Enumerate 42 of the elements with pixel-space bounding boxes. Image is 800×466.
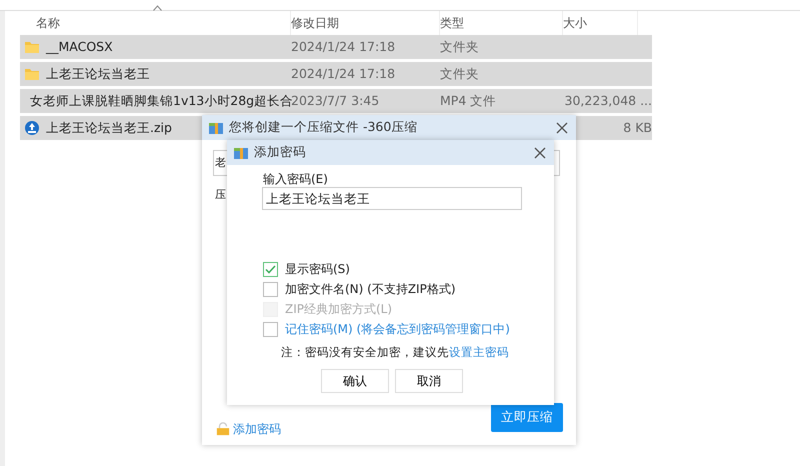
note-text: 注：密码没有安全加密，建议先 — [281, 345, 449, 359]
column-header[interactable]: 修改日期 — [291, 14, 339, 32]
file-row[interactable]: 上老王论坛当老王 2024/1/24 17:18 文件夹 — [20, 62, 652, 86]
field-label: 输入密码(E) — [263, 171, 328, 188]
dialog-button[interactable]: 取消 — [395, 369, 463, 393]
set-master-password-link[interactable]: 设置主密码 — [449, 345, 509, 359]
dialog-title: 添加密码 — [254, 143, 306, 162]
checkbox[interactable] — [263, 262, 278, 276]
checkbox-label: ZIP经典加密方式(L) — [285, 301, 392, 318]
checkbox[interactable] — [263, 322, 278, 336]
folder-icon — [24, 39, 40, 55]
folder-icon — [24, 66, 40, 82]
column-header[interactable]: 名称 — [36, 14, 60, 32]
file-date: 2024/1/24 17:18 — [291, 66, 396, 81]
file-row[interactable]: 女老师上课脱鞋晒脚集锦1v13小时28g超长合2023/7/7 3:45 MP4 文件 30,223,048 ... — [20, 89, 652, 113]
file-size: 8 KB — [623, 120, 652, 135]
checkbox-label: 加密文件名(N) (不支持ZIP格式) — [285, 281, 456, 298]
close-button[interactable] — [532, 144, 548, 160]
checkbox[interactable] — [263, 282, 278, 296]
archive-icon — [24, 120, 40, 136]
checkbox-label: 显示密码(S) — [285, 261, 350, 278]
checkbox-label: 记住密码(M) (将会备忘到密码管理窗口中) — [285, 321, 510, 338]
close-button[interactable] — [554, 120, 570, 136]
file-type: MP4 文件 — [440, 92, 496, 108]
file-type: 文件夹 — [440, 38, 479, 54]
column-header[interactable]: 类型 — [440, 14, 464, 32]
file-name: 上老王论坛当老王.zip — [46, 118, 172, 137]
file-name: __MACOSX — [46, 38, 113, 56]
add-password-link[interactable]: 添加密码 — [216, 420, 281, 438]
file-date: 2024/1/24 17:18 — [291, 38, 396, 54]
file-name: 女老师上课脱鞋晒脚集锦1v13小时28g超长合 — [30, 92, 294, 110]
file-date: 2023/7/7 3:45 — [291, 92, 380, 108]
file-size: 30,223,048 ... — [564, 92, 652, 108]
file-type: 文件夹 — [440, 66, 479, 81]
dialog-button[interactable]: 确认 — [321, 369, 389, 393]
file-name: 上老王论坛当老王 — [46, 64, 150, 83]
field-label: 压 — [215, 187, 226, 203]
password-field[interactable]: 上老王论坛当老王 — [262, 187, 522, 210]
file-row[interactable]: __MACOSX 2024/1/24 17:18 文件夹 — [20, 35, 652, 59]
column-header[interactable]: 大小 — [563, 14, 587, 32]
dialog-title: 您将创建一个压缩文件 -360压缩 — [229, 118, 418, 136]
lock-icon — [216, 422, 230, 436]
